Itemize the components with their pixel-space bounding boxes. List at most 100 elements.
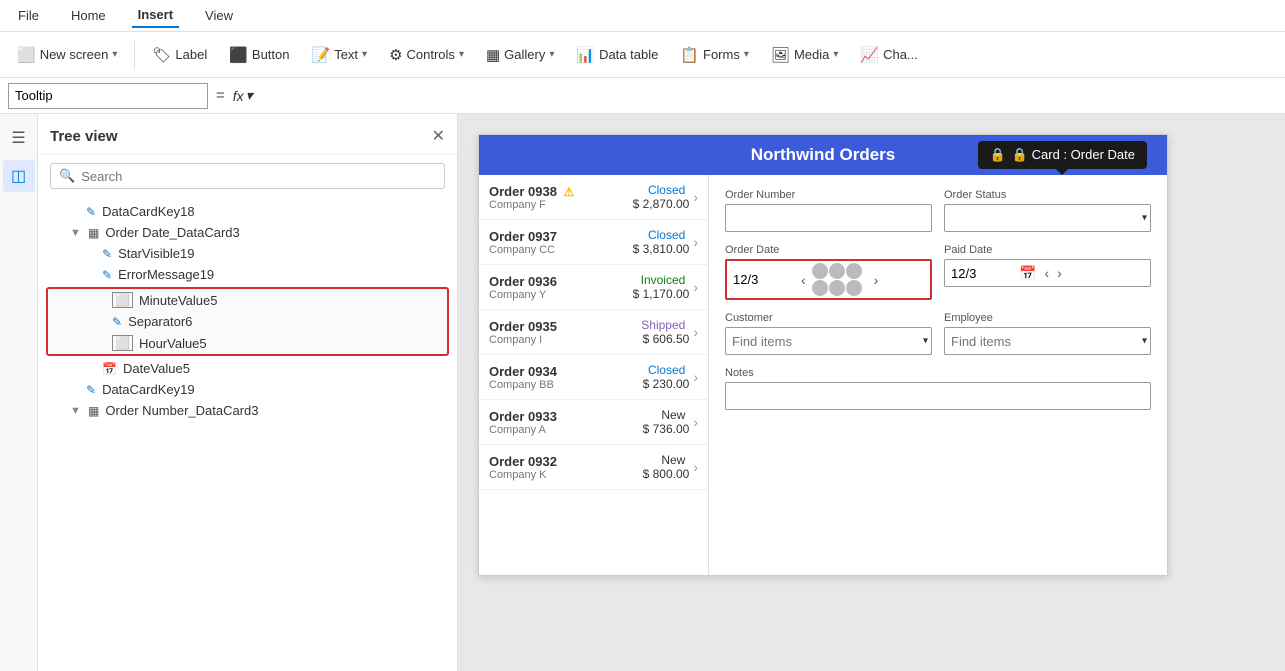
order-company: Company Y xyxy=(489,289,633,301)
tree-item-minutevalue5[interactable]: ⬜ MinuteValue5 xyxy=(48,289,447,311)
menu-file[interactable]: File xyxy=(12,4,45,27)
date-icon: 📅 xyxy=(102,362,117,376)
order-info: Order 0932 Company K xyxy=(489,454,643,481)
order-status-select[interactable] xyxy=(944,204,1151,232)
close-sidebar-button[interactable]: ✕ xyxy=(432,126,445,146)
order-date-field: Order Date ‹ xyxy=(725,244,932,300)
button-button[interactable]: ⬛ Button xyxy=(220,41,298,69)
paid-date-calendar-icon[interactable]: 📅 xyxy=(1015,265,1040,282)
fx-button[interactable]: fx ▾ xyxy=(233,87,253,104)
tree-item-order-date-datacard3[interactable]: ▼ ▦ Order Date_DataCard3 xyxy=(38,222,457,243)
paid-date-field: Paid Date 📅 ‹ › xyxy=(944,244,1151,300)
media-label: Media xyxy=(794,47,829,62)
order-status: New xyxy=(643,408,686,422)
tree-item-starvisible19[interactable]: ✎ StarVisible19 xyxy=(38,243,457,264)
tooltip-popup: 🔒 🔒 Card : Order Date xyxy=(978,141,1147,169)
sidebar: Tree view ✕ 🔍 ✎ DataCardKey18 ▼ ▦ Order … xyxy=(38,114,458,671)
menu-insert[interactable]: Insert xyxy=(132,3,179,28)
search-input[interactable] xyxy=(81,169,436,184)
order-number-input[interactable] xyxy=(725,204,932,232)
group-icon: ▦ xyxy=(88,404,99,418)
form-row-4: Notes xyxy=(725,367,1151,410)
toolbar: ⬜ New screen ▾ 🏷 Label ⬛ Button 📝 Text ▾… xyxy=(0,32,1285,78)
order-right: New $ 800.00 xyxy=(643,453,690,481)
warning-icon: ⚠ xyxy=(564,185,575,199)
new-screen-caret-icon: ▾ xyxy=(112,49,117,60)
label-button[interactable]: 🏷 Label xyxy=(143,41,216,69)
property-selector[interactable] xyxy=(8,83,208,109)
tree-item-order-number-datacard3[interactable]: ▼ ▦ Order Number_DataCard3 xyxy=(38,400,457,421)
form-panel: Order Number Order Status ▾ xyxy=(709,175,1167,575)
tree-item-errormessage19[interactable]: ✎ ErrorMessage19 xyxy=(38,264,457,285)
order-date-input[interactable] xyxy=(727,266,797,294)
charts-button[interactable]: 📈 Cha... xyxy=(851,41,926,69)
controls-caret-icon: ▾ xyxy=(459,49,464,60)
tree-item-hourvalue5[interactable]: ⬜ HourValue5 xyxy=(48,332,447,354)
controls-button[interactable]: ⚙ Controls ▾ xyxy=(380,41,473,69)
order-number: Order 0937 xyxy=(489,229,633,244)
tree-item-separator6[interactable]: ✎ Separator6 xyxy=(48,311,447,332)
text-caret-icon: ▾ xyxy=(362,49,367,60)
order-chevron-icon: › xyxy=(693,369,698,385)
order-row[interactable]: Order 0933 Company A New $ 736.00 › xyxy=(479,400,708,445)
tree-item-datacardkey19[interactable]: ✎ DataCardKey19 xyxy=(38,379,457,400)
paid-date-input[interactable] xyxy=(945,259,1015,287)
card-icon: ✎ xyxy=(86,383,96,397)
order-chevron-icon: › xyxy=(693,459,698,475)
order-row[interactable]: Order 0937 Company CC Closed $ 3,810.00 … xyxy=(479,220,708,265)
paid-date-nav-right-icon[interactable]: › xyxy=(1053,265,1066,281)
tree-item-label: HourValue5 xyxy=(139,336,207,351)
gallery-button[interactable]: ▦ Gallery ▾ xyxy=(477,41,563,69)
search-icon: 🔍 xyxy=(59,168,75,184)
data-table-button[interactable]: 📊 Data table xyxy=(567,41,667,69)
paid-date-nav-left-icon[interactable]: ‹ xyxy=(1040,265,1053,281)
gallery-label: Gallery xyxy=(504,47,545,62)
order-info: Order 0933 Company A xyxy=(489,409,643,436)
notes-input[interactable] xyxy=(725,382,1151,410)
tree-header: Tree view ✕ xyxy=(38,114,457,155)
date-nav-right-icon[interactable]: › xyxy=(870,272,883,288)
customer-input[interactable] xyxy=(725,327,932,355)
gallery-icon: ▦ xyxy=(486,46,500,64)
date-nav-left-icon[interactable]: ‹ xyxy=(797,272,810,288)
order-company: Company K xyxy=(489,469,643,481)
order-company: Company BB xyxy=(489,379,643,391)
order-number: Order 0936 xyxy=(489,274,633,289)
order-number: Order 0933 xyxy=(489,409,643,424)
form-row-2: Order Date ‹ xyxy=(725,244,1151,300)
order-row[interactable]: Order 0932 Company K New $ 800.00 › xyxy=(479,445,708,490)
tree-item-label: MinuteValue5 xyxy=(139,293,218,308)
tree-item-datevalue5[interactable]: 📅 DateValue5 xyxy=(38,358,457,379)
new-screen-button[interactable]: ⬜ New screen ▾ xyxy=(8,41,126,69)
menu-home[interactable]: Home xyxy=(65,4,112,27)
order-number-field: Order Number xyxy=(725,189,932,232)
collapse-icon: ▼ xyxy=(70,227,82,239)
label-icon: 🏷 xyxy=(152,46,171,64)
order-status-field: Order Status ▾ xyxy=(944,189,1151,232)
forms-button[interactable]: 📋 Forms ▾ xyxy=(671,41,758,69)
order-right: New $ 736.00 xyxy=(643,408,690,436)
tree-item-label: StarVisible19 xyxy=(118,246,194,261)
tree-items: ✎ DataCardKey18 ▼ ▦ Order Date_DataCard3… xyxy=(38,197,457,671)
media-button[interactable]: 🖼 Media ▾ xyxy=(762,41,848,69)
employee-input[interactable] xyxy=(944,327,1151,355)
layers-icon[interactable]: ◫ xyxy=(3,160,35,192)
button-icon: ⬛ xyxy=(229,46,248,64)
order-row[interactable]: Order 0935 Company I Shipped $ 606.50 › xyxy=(479,310,708,355)
order-row[interactable]: Order 0938 ⚠ Company F Closed $ 2,870.00… xyxy=(479,175,708,220)
order-right: Closed $ 230.00 xyxy=(643,363,690,391)
order-info: Order 0934 Company BB xyxy=(489,364,643,391)
order-info: Order 0935 Company I xyxy=(489,319,641,346)
order-row[interactable]: Order 0934 Company BB Closed $ 230.00 › xyxy=(479,355,708,400)
menu-bar: File Home Insert View xyxy=(0,0,1285,32)
search-box: 🔍 xyxy=(50,163,445,189)
expand-icon: ▼ xyxy=(70,405,82,417)
order-row[interactable]: Order 0936 Company Y Invoiced $ 1,170.00… xyxy=(479,265,708,310)
order-date-input-wrapper: ‹ › xyxy=(725,259,932,300)
hamburger-menu-icon[interactable]: ☰ xyxy=(3,122,35,154)
tree-item-datacardkey18[interactable]: ✎ DataCardKey18 xyxy=(38,201,457,222)
card-icon: ✎ xyxy=(112,315,122,329)
order-chevron-icon: › xyxy=(693,279,698,295)
menu-view[interactable]: View xyxy=(199,4,239,27)
text-button[interactable]: 📝 Text ▾ xyxy=(303,41,377,69)
